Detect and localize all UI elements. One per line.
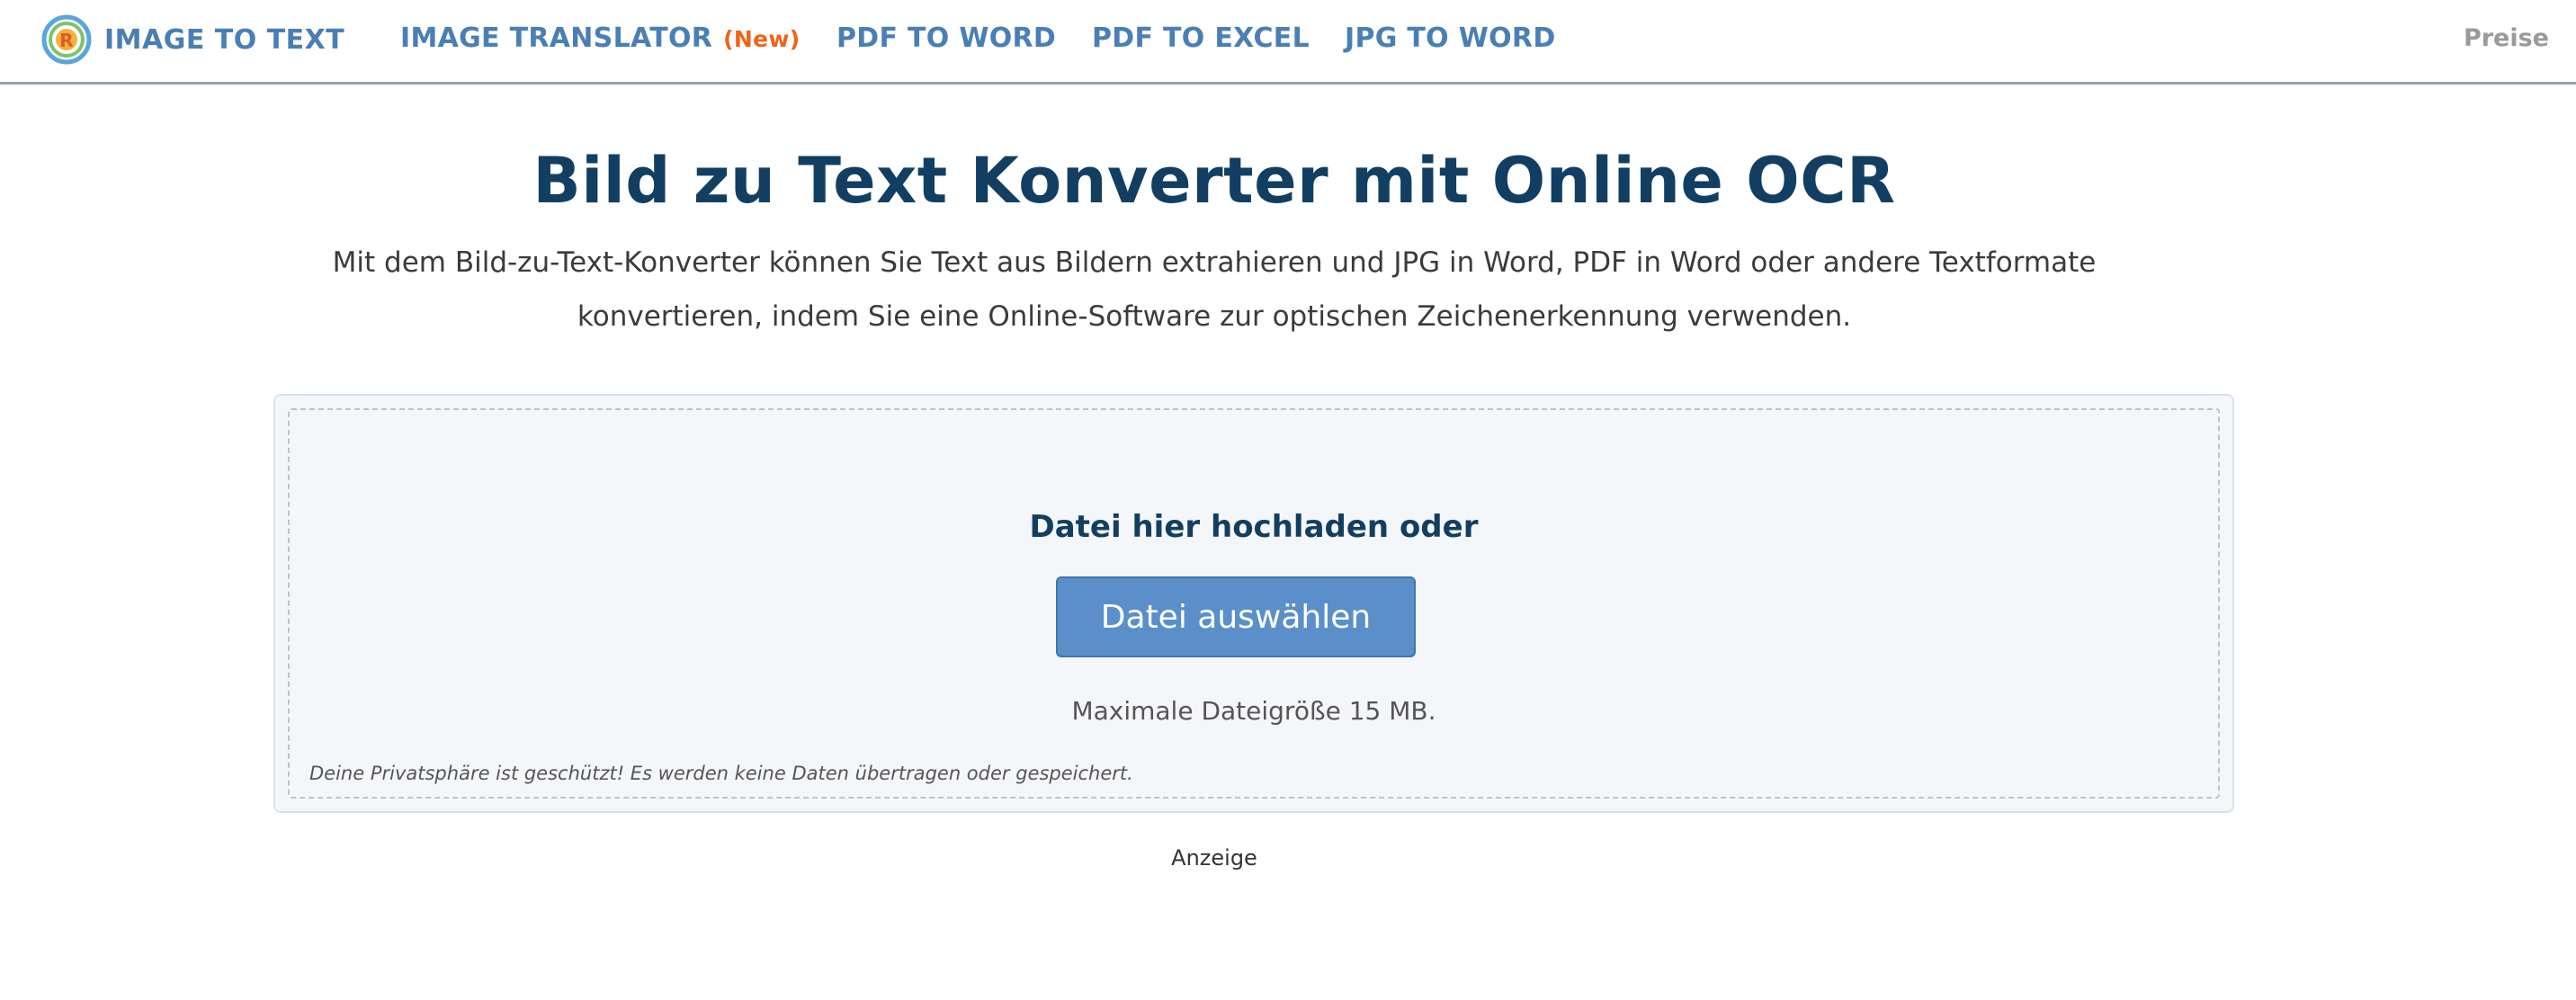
brand-label: IMAGE TO TEXT <box>104 23 345 56</box>
nav-pdf-to-word-label: PDF TO WORD <box>836 22 1057 54</box>
circular-r-logo-icon: R <box>40 14 94 65</box>
svg-text:R: R <box>59 30 73 51</box>
new-badge: (New) <box>723 26 801 52</box>
nav-image-translator-label: IMAGE TRANSLATOR <box>400 22 713 54</box>
nav-pdf-to-excel-label: PDF TO EXCEL <box>1092 22 1310 54</box>
nav-pdf-to-excel[interactable]: PDF TO EXCEL <box>1092 18 1310 58</box>
ad-label: Anzeige <box>1171 845 1257 871</box>
privacy-note: Deine Privatsphäre ist geschützt! Es wer… <box>309 763 1133 784</box>
brand-home-link[interactable]: R IMAGE TO TEXT <box>40 14 344 65</box>
max-file-size-note: Maximale Dateigröße 15 MB. <box>1071 696 1436 726</box>
choose-file-button[interactable]: Datei auswählen <box>1056 576 1416 657</box>
nav-pdf-to-word[interactable]: PDF TO WORD <box>836 18 1056 58</box>
file-drop-zone[interactable]: Datei hier hochladen oder Datei auswähle… <box>288 408 2220 799</box>
nav-jpg-to-word[interactable]: JPG TO WORD <box>1345 18 1556 58</box>
nav-image-translator[interactable]: IMAGE TRANSLATOR (New) <box>400 18 801 58</box>
upload-heading: Datei hier hochladen oder <box>1029 509 1479 545</box>
page-title: Bild zu Text Konverter mit Online OCR <box>532 144 1896 218</box>
page-description: Mit dem Bild-zu-Text-Konverter können Si… <box>332 246 2097 333</box>
pricing-link[interactable]: Preise <box>2464 18 2549 58</box>
top-navbar: R IMAGE TO TEXT IMAGE TRANSLATOR (New) P… <box>0 0 2576 85</box>
nav-jpg-to-word-label: JPG TO WORD <box>1345 22 1556 54</box>
upload-panel: Datei hier hochladen oder Datei auswähle… <box>273 394 2234 813</box>
